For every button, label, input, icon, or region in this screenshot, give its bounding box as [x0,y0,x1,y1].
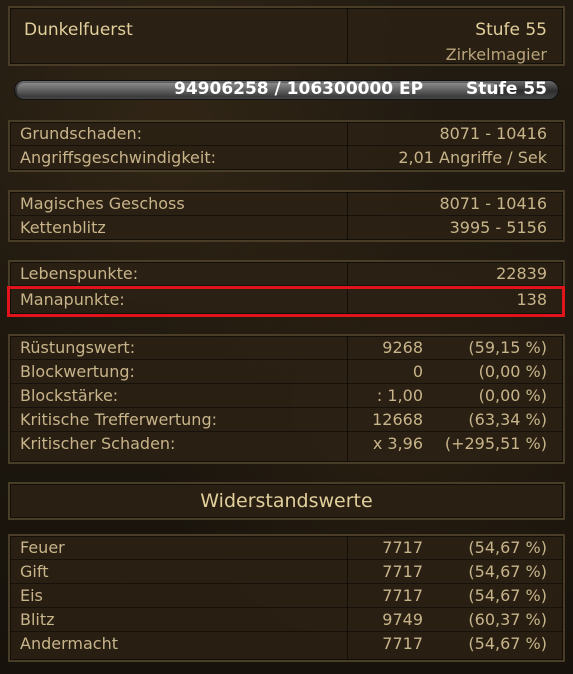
resistance-value: 7717 [382,562,423,581]
resistance-percent: (60,37 %) [468,610,547,629]
stat-percent: (59,15 %) [468,338,547,357]
resistance-label: Feuer [20,538,65,557]
skill-value: 8071 - 10416 [439,194,547,213]
character-header: Dunkelfuerst Stufe 55 Zirkelmagier [8,6,565,66]
skill-value: 3995 - 5156 [449,218,547,237]
stat-row-attack-speed: Angriffsgeschwindigkeit: 2,01 Angriffe /… [10,146,563,170]
stat-value: 12668 [372,410,423,429]
stat-label: Lebenspunkte: [20,264,139,283]
stat-label: Angriffsgeschwindigkeit: [20,148,216,167]
stat-value: 2,01 Angriffe / Sek [398,148,547,167]
resistance-label: Gift [20,562,49,581]
stat-value: 0 [412,362,423,381]
stat-value: : 1,00 [376,386,423,405]
resistance-percent: (54,67 %) [468,634,547,653]
stat-value: x 3,96 [372,434,423,453]
resistance-row-fire: Feuer 7717 (54,67 %) [10,536,563,560]
resistance-row-poison: Gift 7717 (54,67 %) [10,560,563,584]
column-divider [347,8,348,64]
resistance-row-lightning: Blitz 9749 (60,37 %) [10,608,563,632]
stat-row-block-rating: Blockwertung: 0 (0,00 %) [10,360,563,384]
stat-label: Blockwertung: [20,362,135,381]
stat-value: 8071 - 10416 [439,124,547,143]
stat-percent: (+295,51 %) [444,434,547,453]
stat-percent: (63,34 %) [468,410,547,429]
stat-row-health: Lebenspunkte: 22839 [10,262,563,286]
stat-label: Grundschaden: [20,124,143,143]
resistance-label: Blitz [20,610,55,629]
resistance-label: Andermacht [20,634,118,653]
resistance-percent: (54,67 %) [468,586,547,605]
stat-percent: (0,00 %) [478,362,547,381]
resistances-title: Widerstandswerte [200,490,373,512]
stat-row-chain-lightning: Kettenblitz 3995 - 5156 [10,216,563,240]
stat-row-magic-missile: Magisches Geschoss 8071 - 10416 [10,192,563,216]
stat-row-crit-damage: Kritischer Schaden: x 3,96 (+295,51 %) [10,432,563,456]
resistances-panel: Feuer 7717 (54,67 %) Gift 7717 (54,67 %)… [8,534,565,662]
stat-row-block-strength: Blockstärke: : 1,00 (0,00 %) [10,384,563,408]
resistance-value: 7717 [382,634,423,653]
stat-label: Blockstärke: [20,386,119,405]
mana-highlight-box [7,286,565,317]
stat-value: 9268 [382,338,423,357]
resistance-value: 9749 [382,610,423,629]
resistance-label: Eis [20,586,43,605]
stat-label: Kritische Trefferwertung: [20,410,217,429]
skill-label: Magisches Geschoss [20,194,185,213]
resistance-percent: (54,67 %) [468,538,547,557]
stat-row-armor: Rüstungswert: 9268 (59,15 %) [10,336,563,360]
base-damage-panel: Grundschaden: 8071 - 10416 Angriffsgesch… [8,120,565,172]
resistance-percent: (54,67 %) [468,562,547,581]
stat-row-crit-rating: Kritische Trefferwertung: 12668 (63,34 %… [10,408,563,432]
experience-text: 94906258 / 106300000 EP [174,79,424,99]
stat-label: Kritischer Schaden: [20,434,176,453]
stat-percent: (0,00 %) [478,386,547,405]
skill-label: Kettenblitz [20,218,106,237]
resistance-row-othermight: Andermacht 7717 (54,67 %) [10,632,563,656]
skill-damage-panel: Magisches Geschoss 8071 - 10416 Kettenbl… [8,190,565,242]
resistance-value: 7717 [382,538,423,557]
resistance-value: 7717 [382,586,423,605]
stat-value: 22839 [496,264,547,283]
defense-panel: Rüstungswert: 9268 (59,15 %) Blockwertun… [8,334,565,464]
resistances-header: Widerstandswerte [8,482,565,520]
character-name: Dunkelfuerst [24,20,133,40]
experience-level: Stufe 55 [466,79,547,99]
resistance-row-ice: Eis 7717 (54,67 %) [10,584,563,608]
stat-label: Rüstungswert: [20,338,136,357]
character-level: Stufe 55 [475,20,547,40]
stat-row-base-damage: Grundschaden: 8071 - 10416 [10,122,563,146]
character-class: Zirkelmagier [445,45,547,64]
